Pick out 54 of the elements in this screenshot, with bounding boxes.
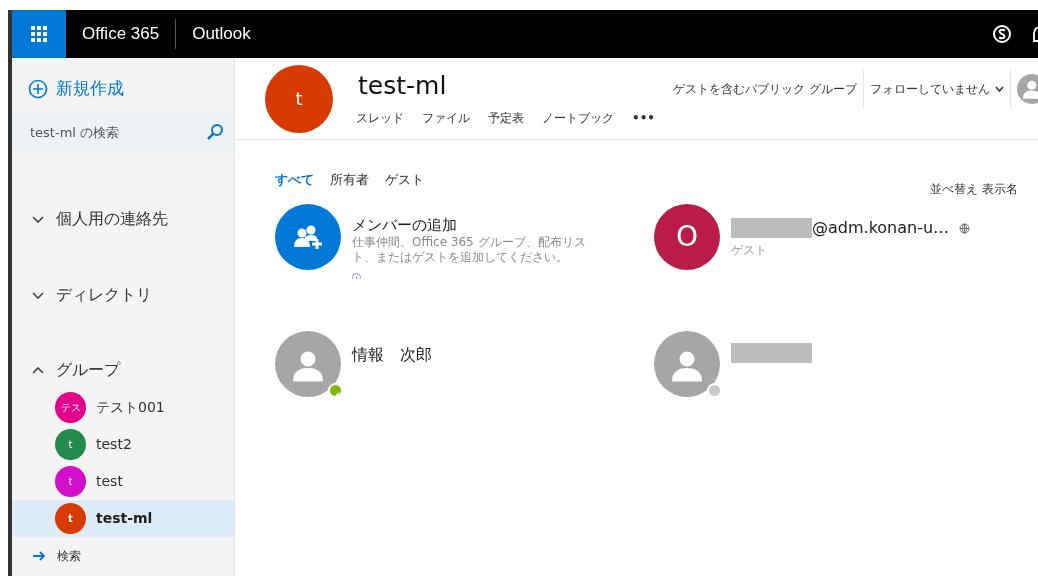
app-name[interactable]: Outlook: [176, 21, 267, 47]
new-button[interactable]: 新規作成: [12, 58, 124, 108]
group-tab[interactable]: スレッド: [356, 109, 404, 128]
group-avatar: t: [265, 64, 333, 133]
group-name: test: [96, 472, 123, 491]
waffle-icon: [31, 26, 47, 42]
chevron-down-icon: [32, 290, 44, 300]
section-header[interactable]: 個人用の連絡先: [12, 204, 168, 234]
info-icon[interactable]: [352, 272, 361, 279]
group-avatar: t: [55, 429, 86, 460]
skype-icon[interactable]: [992, 24, 1012, 44]
sort-dropdown[interactable]: 並べ替え 表示名: [930, 181, 1018, 199]
section-header[interactable]: グループ: [12, 355, 120, 385]
add-people-icon: [293, 224, 323, 250]
member-email: @adm.konan-u…: [812, 217, 950, 240]
add-member-title[interactable]: メンバーの追加: [352, 216, 604, 235]
search-icon[interactable]: [206, 123, 224, 141]
group-name: test-ml: [96, 509, 153, 528]
filter-tab[interactable]: すべて: [275, 170, 314, 190]
bell-icon[interactable]: [1032, 25, 1038, 43]
filter-tab[interactable]: ゲスト: [385, 170, 424, 190]
follow-dropdown[interactable]: フォローしていません: [869, 79, 1004, 98]
group-item[interactable]: t test-ml: [12, 500, 234, 537]
filter-tab[interactable]: 所有者: [330, 170, 369, 190]
user-avatar[interactable]: [1016, 73, 1038, 104]
group-avatar: テス: [55, 392, 86, 423]
plus-circle-icon: [28, 79, 48, 99]
member-avatar: O: [654, 204, 720, 271]
group-avatar: t: [55, 503, 86, 534]
group-tab[interactable]: ファイル: [422, 109, 470, 128]
globe-icon: [959, 222, 971, 234]
app-launcher-button[interactable]: [12, 10, 66, 58]
group-tab[interactable]: 予定表: [488, 109, 524, 128]
group-privacy-label: ゲストを含むパブリック グループ: [673, 80, 857, 98]
group-item[interactable]: t test: [12, 463, 234, 500]
group-avatar: t: [55, 466, 86, 497]
more-button[interactable]: •••: [632, 109, 655, 128]
group-name: test2: [96, 435, 132, 454]
chevron-down-icon: [32, 214, 44, 224]
section-header[interactable]: ディレクトリ: [12, 280, 152, 310]
search-field[interactable]: test-ml の検索: [12, 112, 234, 152]
arrow-right-icon: [32, 549, 45, 562]
member-role: ゲスト: [731, 242, 768, 260]
group-tab[interactable]: ノートブック: [542, 109, 614, 128]
add-member-description: 仕事仲間、Office 365 グループ、配布リスト、またはゲストを追加してください。: [352, 235, 587, 266]
chevron-down-icon: [994, 85, 1004, 92]
group-item[interactable]: テス テスト001: [12, 389, 234, 426]
group-name: テスト001: [96, 398, 165, 417]
group-item[interactable]: t test2: [12, 426, 234, 463]
chevron-up-icon: [32, 365, 44, 375]
group-title: test-ml: [358, 73, 448, 99]
search-link[interactable]: 検索: [57, 546, 81, 565]
brand-name[interactable]: Office 365: [66, 21, 176, 47]
member-name[interactable]: 情報 次郎: [352, 342, 432, 367]
